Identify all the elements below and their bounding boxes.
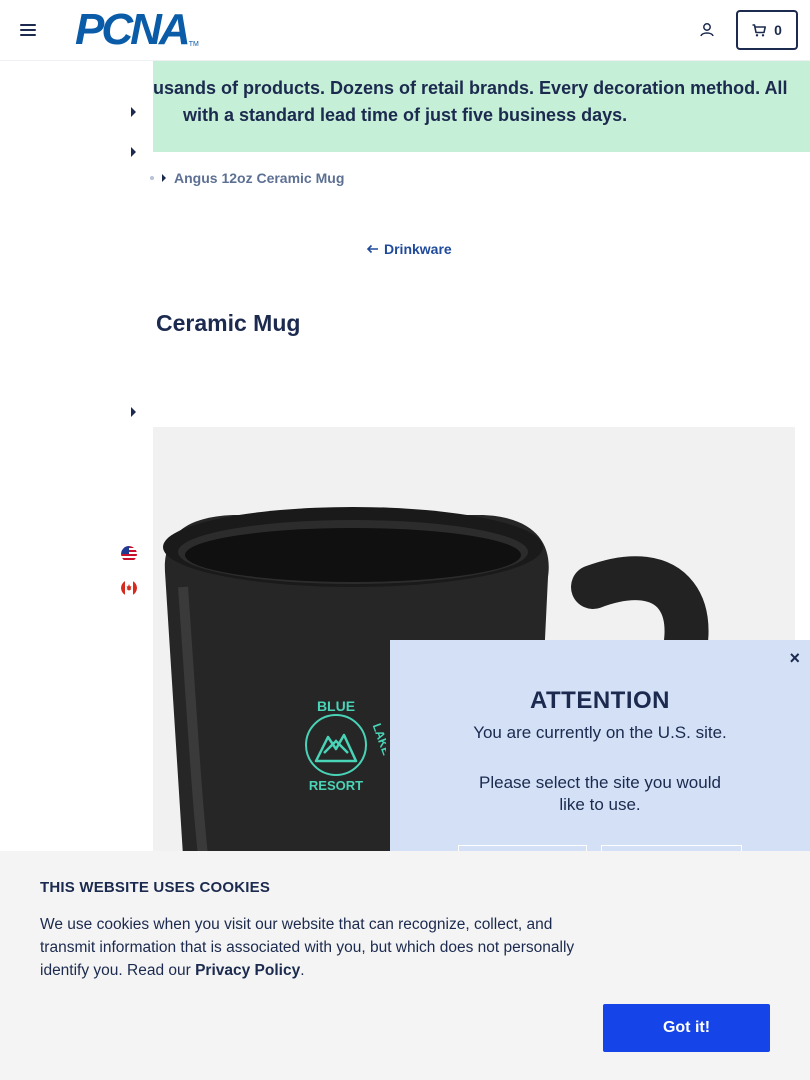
back-link-label: Drinkware (384, 241, 452, 257)
modal-title: ATTENTION (529, 687, 671, 714)
pcna-logo[interactable]: PCNA TM (75, 5, 199, 54)
cookie-title: THIS WEBSITE USES COOKIES (40, 879, 271, 896)
banner-line-2: with a standard lead time of just five b… (183, 105, 628, 125)
modal-prompt: Please select the site you would like to… (479, 773, 721, 814)
accept-cookies-button[interactable]: Got it! (603, 1004, 770, 1052)
cookie-text: We use cookies when you visit our websit… (40, 913, 600, 982)
cart-count: 0 (774, 22, 782, 38)
caret-right-icon[interactable] (131, 147, 136, 157)
back-to-category-link[interactable]: Drinkware (366, 241, 452, 257)
logo-word-3: RESORT (309, 778, 363, 793)
blue-lake-resort-logo: BLUE RESORT LAKE (305, 698, 386, 793)
banner-line-1: usands of products. Dozens of retail bra… (153, 78, 788, 98)
logo-word-2: LAKE (370, 722, 386, 757)
logo-word-1: BLUE (317, 698, 355, 714)
breadcrumb: Angus 12oz Ceramic Mug (150, 170, 344, 186)
close-icon[interactable]: × (789, 648, 800, 669)
privacy-policy-link[interactable]: Privacy Policy (195, 962, 300, 979)
logo-trademark: TM (188, 41, 199, 48)
breadcrumb-separator (150, 176, 154, 180)
arrow-left-icon (366, 244, 378, 254)
cookie-suffix: . (300, 962, 305, 979)
menu-icon[interactable] (20, 24, 36, 36)
cookie-banner: THIS WEBSITE USES COOKIES We use cookies… (0, 851, 810, 1080)
cookie-body: We use cookies when you visit our websit… (40, 916, 575, 979)
canada-flag-icon[interactable] (121, 580, 137, 596)
cart-icon (752, 23, 767, 36)
site-header: PCNA TM 0 (0, 0, 810, 61)
us-flag-icon[interactable] (121, 546, 137, 562)
account-icon[interactable] (699, 22, 715, 38)
modal-message: You are currently on the U.S. site. (473, 723, 727, 742)
caret-right-icon (162, 174, 166, 182)
caret-right-icon[interactable] (131, 407, 136, 417)
caret-right-icon[interactable] (131, 107, 136, 117)
product-title: Ceramic Mug (156, 310, 301, 336)
promo-banner: usands of products. Dozens of retail bra… (153, 61, 810, 152)
logo-text: PCNA (75, 5, 191, 54)
breadcrumb-current[interactable]: Angus 12oz Ceramic Mug (174, 170, 344, 186)
cart-button[interactable]: 0 (736, 10, 798, 50)
